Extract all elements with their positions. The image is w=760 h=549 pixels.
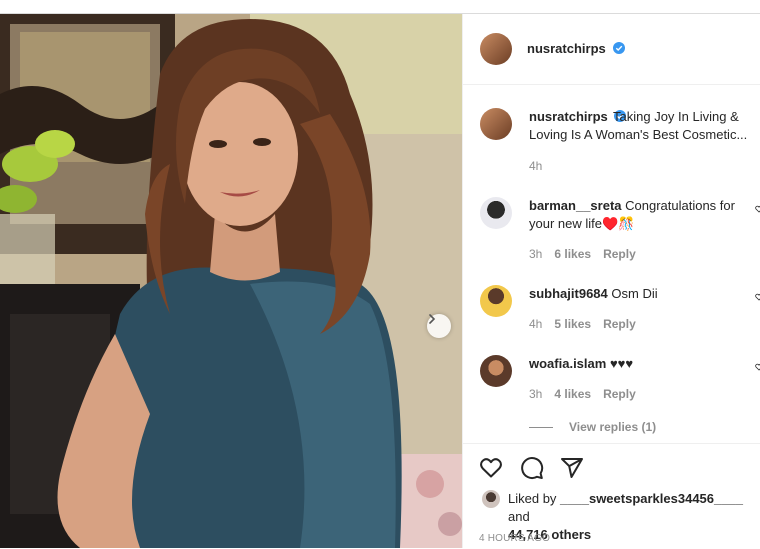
caption-time: 4h bbox=[529, 159, 543, 173]
liked-by-user[interactable]: ____sweetsparkles34456____ bbox=[560, 491, 743, 506]
liker-avatar[interactable] bbox=[482, 490, 500, 508]
chevron-right-icon bbox=[429, 314, 436, 324]
like-comment-heart-icon[interactable] bbox=[755, 205, 760, 213]
comment-likes[interactable]: 6 likes bbox=[554, 247, 591, 261]
next-photo-button[interactable] bbox=[427, 314, 451, 338]
comment-username[interactable]: barman__sreta bbox=[529, 198, 622, 213]
author-avatar[interactable] bbox=[480, 33, 512, 65]
heart-icon[interactable] bbox=[479, 456, 503, 480]
liked-by-prefix: Liked by bbox=[508, 491, 557, 506]
comment-text: Osm Dii bbox=[611, 286, 658, 301]
post-side-panel: nusratchirps nusratchirps Taking Joy In … bbox=[462, 14, 760, 548]
caption-text: Taking Joy In Living & Loving Is A Woman… bbox=[529, 109, 748, 142]
reply-button[interactable]: Reply bbox=[603, 317, 636, 331]
comment-avatar[interactable] bbox=[480, 355, 512, 387]
comment-avatar[interactable] bbox=[480, 197, 512, 229]
comment-text: ♥♥♥ bbox=[609, 356, 634, 371]
share-icon[interactable] bbox=[560, 456, 584, 480]
reply-button[interactable]: Reply bbox=[603, 387, 636, 401]
view-replies-label: View replies (1) bbox=[569, 420, 657, 434]
comment-meta: 3h 4 likes Reply bbox=[529, 387, 636, 401]
comment-likes[interactable]: 4 likes bbox=[554, 387, 591, 401]
browser-top-strip bbox=[0, 0, 760, 14]
caption-avatar[interactable] bbox=[480, 108, 512, 140]
comment-time: 4h bbox=[529, 317, 543, 331]
comment-time: 3h bbox=[529, 387, 543, 401]
like-comment-heart-icon[interactable] bbox=[755, 363, 760, 371]
verified-badge-icon bbox=[613, 42, 626, 54]
post-time-ago[interactable]: 4 HOURS AGO bbox=[479, 533, 550, 544]
reply-button[interactable]: Reply bbox=[603, 247, 636, 261]
comment-avatar[interactable] bbox=[480, 285, 512, 317]
comment-time: 3h bbox=[529, 247, 543, 261]
liked-by-and: and bbox=[508, 509, 530, 524]
comment-username[interactable]: subhajit9684 bbox=[529, 286, 608, 301]
post-header: nusratchirps bbox=[463, 14, 760, 85]
comment-meta: 3h 6 likes Reply bbox=[529, 247, 636, 261]
comment-icon[interactable] bbox=[520, 456, 544, 480]
comment-meta: 4h 5 likes Reply bbox=[529, 317, 636, 331]
comment-likes[interactable]: 5 likes bbox=[554, 317, 591, 331]
photo-illustration bbox=[0, 14, 462, 548]
view-replies-line bbox=[529, 427, 553, 429]
comment-username[interactable]: woafia.islam bbox=[529, 356, 606, 371]
post-photo[interactable] bbox=[0, 14, 462, 548]
author-username[interactable]: nusratchirps bbox=[527, 41, 606, 56]
like-comment-heart-icon[interactable] bbox=[755, 293, 760, 301]
view-replies-button[interactable]: View replies (1) bbox=[529, 420, 656, 434]
